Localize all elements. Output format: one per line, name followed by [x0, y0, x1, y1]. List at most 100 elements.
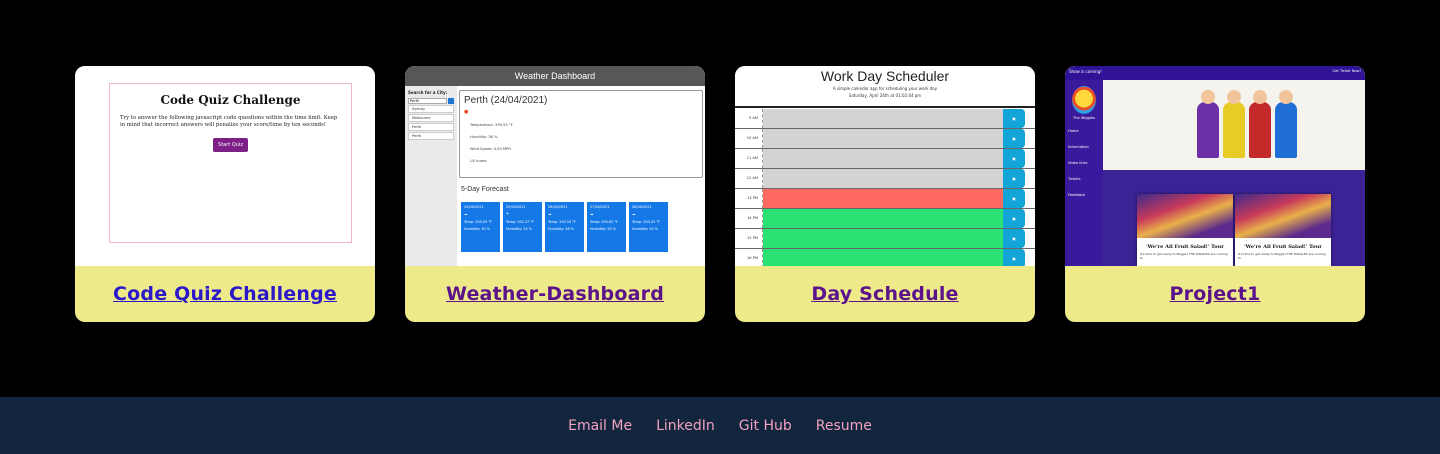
weather-preview-line: UV Index: [470, 159, 488, 163]
tour-image [1137, 194, 1233, 238]
forecast-day: 24/04/2021 ☁ Temp: 290.59 °F Humidity: 3… [461, 202, 500, 252]
scheduler-row: 16 PM ▣ [735, 249, 1035, 266]
weather-preview-current-title: Perth (24/04/2021) [464, 95, 548, 106]
rain-icon: ☂ [506, 212, 510, 217]
scheduler-preview-rows: 9 AM ▣ 10 AM ▣ 11 AM ▣ 12 AM ▣ 13 PM ▣ 14 PM ▣… [735, 109, 1035, 266]
project-thumbnail-scheduler[interactable]: Work Day Scheduler A simple calendar app… [735, 66, 1035, 266]
tour-image [1235, 194, 1331, 238]
cloud-icon: ☁ [548, 212, 552, 217]
weather-preview-search-label: Search for a City: [408, 90, 448, 95]
scheduler-slot [763, 229, 1003, 248]
project1-preview-nav-item: Information [1068, 145, 1089, 149]
weather-preview-city: Sydney [408, 105, 454, 113]
scheduler-hour: 12 AM [735, 169, 763, 188]
scheduler-row: 14 PM ▣ [735, 209, 1035, 229]
project1-preview-brand: The Wiggles [1073, 116, 1095, 120]
project-caption-project1: Project1 [1065, 266, 1365, 322]
forecast-date: 25/04/2021 [506, 205, 526, 209]
project1-preview-tour-card: 'We're All Fruit Salad!' Tour It's time … [1137, 194, 1233, 266]
save-icon: ▣ [1003, 129, 1025, 148]
weather-preview-forecast-title: 5-Day Forecast [461, 186, 509, 193]
quiz-preview-start-button: Start Quiz [213, 137, 248, 152]
forecast-temp: Temp: 290.59 °F [464, 219, 492, 224]
search-icon [448, 98, 454, 104]
project-card-quiz: Code Quiz Challenge Try to answer the fo… [75, 66, 375, 322]
scheduler-preview-divider [735, 106, 1035, 108]
project-link-scheduler[interactable]: Day Schedule [811, 283, 958, 305]
forecast-humidity: Humidity: 46 % [548, 226, 574, 231]
forecast-humidity: Humidity: 54 % [506, 226, 532, 231]
scheduler-row: 10 AM ▣ [735, 129, 1035, 149]
save-icon: ▣ [1003, 189, 1025, 208]
quiz-preview-title: Code Quiz Challenge [160, 93, 301, 107]
weather-preview-header: Weather Dashboard [405, 66, 705, 86]
forecast-day: 25/04/2021 ☂ Temp: 292.37 °F Humidity: 5… [503, 202, 542, 252]
project1-preview-nav-item: Tickets [1068, 177, 1081, 181]
project-thumbnail-quiz[interactable]: Code Quiz Challenge Try to answer the fo… [75, 66, 375, 266]
footer-link-email[interactable]: Email Me [568, 418, 632, 434]
project-card-weather: Weather Dashboard Search for a City: Per… [405, 66, 705, 322]
forecast-humidity: Humidity: 50 % [632, 226, 658, 231]
weather-preview-city: Melbourne [408, 114, 454, 122]
cloud-icon: ☁ [590, 212, 594, 217]
footer-link-github[interactable]: Git Hub [739, 418, 792, 434]
forecast-temp: Temp: 292.54 °F [548, 219, 576, 224]
sun-icon: ● [464, 109, 469, 115]
save-icon: ▣ [1003, 109, 1025, 128]
project1-preview-sidebar: The Wiggles Home Information Video links… [1065, 80, 1103, 266]
weather-preview-forecast: 24/04/2021 ☁ Temp: 290.59 °F Humidity: 3… [461, 202, 668, 252]
tour-card-title: 'We're All Fruit Salad!' Tour [1146, 244, 1224, 250]
project-link-quiz[interactable]: Code Quiz Challenge [113, 283, 337, 305]
scheduler-row: 9 AM ▣ [735, 109, 1035, 129]
figure-yellow [1223, 90, 1245, 158]
weather-preview-search: Perth [408, 98, 454, 104]
forecast-day: 27/04/2021 ☁ Temp: 290.62 °F Humidity: 5… [587, 202, 626, 252]
forecast-temp: Temp: 290.43 °F [632, 219, 660, 224]
forecast-date: 26/04/2021 [548, 205, 568, 209]
forecast-date: 27/04/2021 [590, 205, 610, 209]
scheduler-preview-subtitle: A simple calendar app for scheduling you… [832, 86, 938, 91]
project-thumbnail-project1[interactable]: Show is coming! Get Ticket Now! The Wigg… [1065, 66, 1365, 266]
project-link-weather[interactable]: Weather-Dashboard [446, 283, 664, 305]
scheduler-slot [763, 249, 1003, 266]
quiz-preview-text: Try to answer the following javascript c… [120, 115, 338, 128]
forecast-date: 28/04/2021 [632, 205, 652, 209]
scheduler-hour: 9 AM [735, 109, 763, 128]
forecast-day: 28/04/2021 ☁ Temp: 290.43 °F Humidity: 5… [629, 202, 668, 252]
tour-card-title: 'We're All Fruit Salad!' Tour [1244, 244, 1322, 250]
scheduler-hour: 10 AM [735, 129, 763, 148]
footer-link-resume[interactable]: Resume [816, 418, 872, 434]
tour-card-text: It's time to get ready to Wiggle! THE WI… [1238, 252, 1326, 260]
forecast-date: 24/04/2021 [464, 205, 484, 209]
scheduler-slot [763, 109, 1003, 128]
scheduler-row: 12 AM ▣ [735, 169, 1035, 189]
save-icon: ▣ [1003, 249, 1025, 266]
project1-preview-cta: Get Ticket Now! [1332, 69, 1361, 73]
project-link-project1[interactable]: Project1 [1170, 283, 1261, 305]
figure-red [1249, 90, 1271, 158]
forecast-humidity: Humidity: 30 % [464, 226, 490, 231]
forecast-humidity: Humidity: 50 % [590, 226, 616, 231]
scheduler-hour: 14 PM [735, 209, 763, 228]
project1-preview-nav: Home Information Video links Tickets Fee… [1068, 129, 1100, 197]
scheduler-preview-title: Work Day Scheduler [820, 68, 950, 84]
scheduler-row: 13 PM ▣ [735, 189, 1035, 209]
weather-preview-current: Perth (24/04/2021) ● Temperature: 290.53… [459, 90, 703, 178]
scheduler-hour: 11 AM [735, 149, 763, 168]
cloud-icon: ☁ [632, 212, 636, 217]
scheduler-row: 15 PM ▣ [735, 229, 1035, 249]
scheduler-preview-date: Saturday, April 24th at 01:02:44 pm [848, 93, 922, 98]
project1-preview-banner: Show is coming! Get Ticket Now! [1065, 66, 1365, 80]
wiggles-logo-icon [1072, 86, 1096, 114]
project-card-project1: Show is coming! Get Ticket Now! The Wigg… [1065, 66, 1365, 322]
scheduler-slot [763, 209, 1003, 228]
project1-preview-nav-item: Home [1068, 129, 1079, 133]
save-icon: ▣ [1003, 169, 1025, 188]
save-icon: ▣ [1003, 229, 1025, 248]
project-thumbnail-weather[interactable]: Weather Dashboard Search for a City: Per… [405, 66, 705, 266]
weather-preview-city: Perth [408, 132, 454, 140]
weather-preview-city: Perth [408, 123, 454, 131]
weather-preview-line: Temperature: 290.53 °F [470, 123, 513, 127]
footer-link-linkedin[interactable]: LinkedIn [656, 418, 715, 434]
scheduler-hour: 13 PM [735, 189, 763, 208]
